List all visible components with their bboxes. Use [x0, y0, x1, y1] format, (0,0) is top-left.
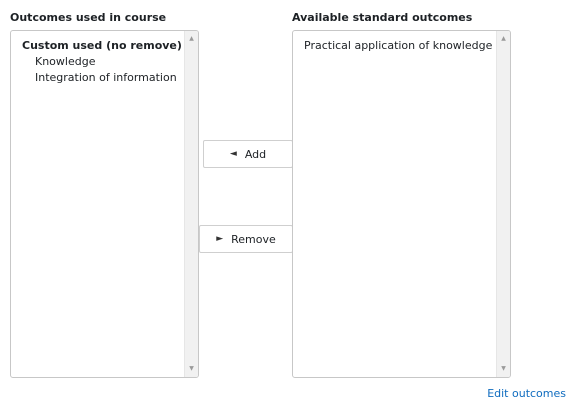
available-outcomes-options: Practical application of knowledge: [293, 31, 496, 377]
option-integration-of-information[interactable]: Integration of information: [11, 70, 184, 86]
scroll-up-icon[interactable]: ▲: [497, 34, 510, 44]
option-knowledge[interactable]: Knowledge: [11, 54, 184, 70]
add-button-label: Add: [244, 147, 267, 161]
available-outcomes-label: Available standard outcomes: [292, 11, 473, 24]
used-outcomes-listbox[interactable]: Custom used (no remove) Knowledge Integr…: [10, 30, 199, 378]
remove-button-label: Remove: [231, 232, 276, 246]
arrow-right-icon: ►: [216, 234, 224, 244]
used-listbox-scrollbar[interactable]: ▲ ▼: [184, 31, 198, 377]
optgroup-custom-used: Custom used (no remove): [22, 39, 182, 52]
used-outcomes-options: Custom used (no remove) Knowledge Integr…: [11, 31, 184, 377]
available-listbox-scrollbar[interactable]: ▲ ▼: [496, 31, 510, 377]
scroll-down-icon[interactable]: ▼: [497, 364, 510, 374]
scroll-down-icon[interactable]: ▼: [185, 364, 198, 374]
arrow-left-icon: ◄: [229, 149, 237, 159]
available-outcomes-listbox[interactable]: Practical application of knowledge ▲ ▼: [292, 30, 511, 378]
edit-outcomes-link[interactable]: Edit outcomes: [487, 387, 566, 397]
used-outcomes-label: Outcomes used in course: [10, 11, 167, 24]
add-button[interactable]: ◄ Add: [203, 140, 293, 168]
option-practical-application[interactable]: Practical application of knowledge: [293, 38, 496, 54]
remove-button[interactable]: ► Remove: [199, 225, 293, 253]
scroll-up-icon[interactable]: ▲: [185, 34, 198, 44]
